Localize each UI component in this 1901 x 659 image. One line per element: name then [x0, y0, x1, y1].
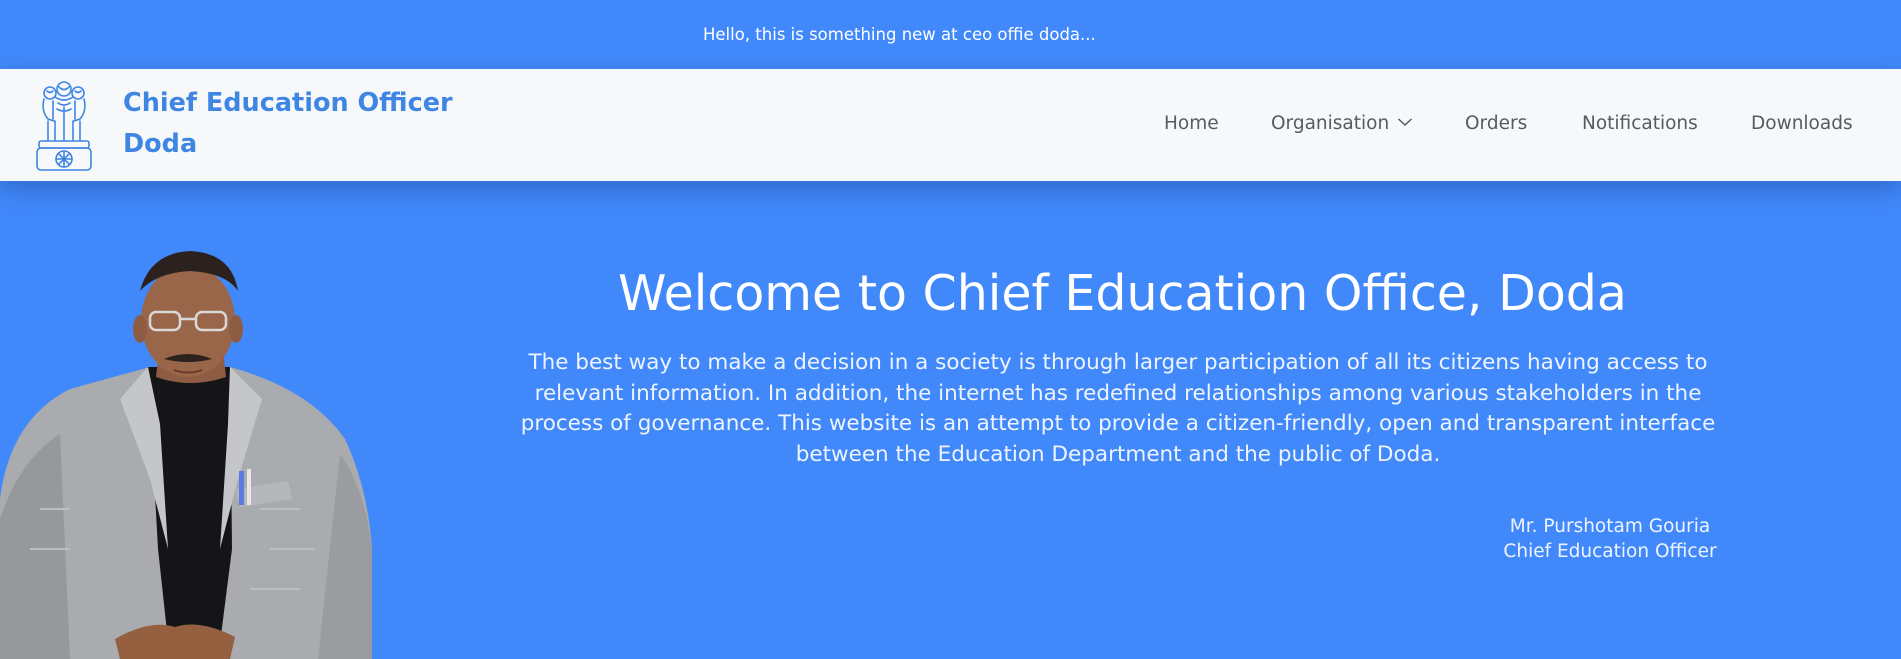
nav-item-home[interactable]: Home	[1164, 113, 1219, 134]
national-emblem-icon[interactable]	[31, 77, 97, 174]
site-header: Chief Education Officer Doda Home Organi…	[0, 69, 1901, 181]
announcement-text: Hello, this is something new at ceo offi…	[703, 25, 1096, 44]
nav-item-downloads[interactable]: Downloads	[1751, 113, 1853, 134]
site-title[interactable]: Chief Education Officer Doda	[123, 83, 453, 165]
nav-item-notifications[interactable]: Notifications	[1582, 113, 1698, 134]
officer-role: Chief Education Officer	[1503, 540, 1717, 562]
site-title-line2: Doda	[123, 129, 198, 159]
officer-name: Mr. Purshotam Gouria	[1509, 516, 1711, 537]
announcement-bar: Hello, this is something new at ceo offi…	[0, 0, 1901, 69]
hero-title: Welcome to Chief Education Office, Doda	[618, 265, 1627, 322]
hero-description: The best way to make a decision in a soc…	[520, 350, 1716, 467]
nav-item-organisation[interactable]: Organisation	[1271, 113, 1413, 134]
site-title-line1: Chief Education Officer	[123, 88, 453, 118]
chevron-down-icon	[1398, 118, 1413, 127]
officer-signature: Mr. Purshotam Gouria Chief Education Off…	[1455, 515, 1765, 564]
officer-portrait	[0, 251, 372, 659]
nav-item-orders[interactable]: Orders	[1465, 113, 1527, 134]
hero-banner: Welcome to Chief Education Office, Doda …	[0, 181, 1901, 659]
nav-item-organisation-label: Organisation	[1271, 113, 1390, 134]
